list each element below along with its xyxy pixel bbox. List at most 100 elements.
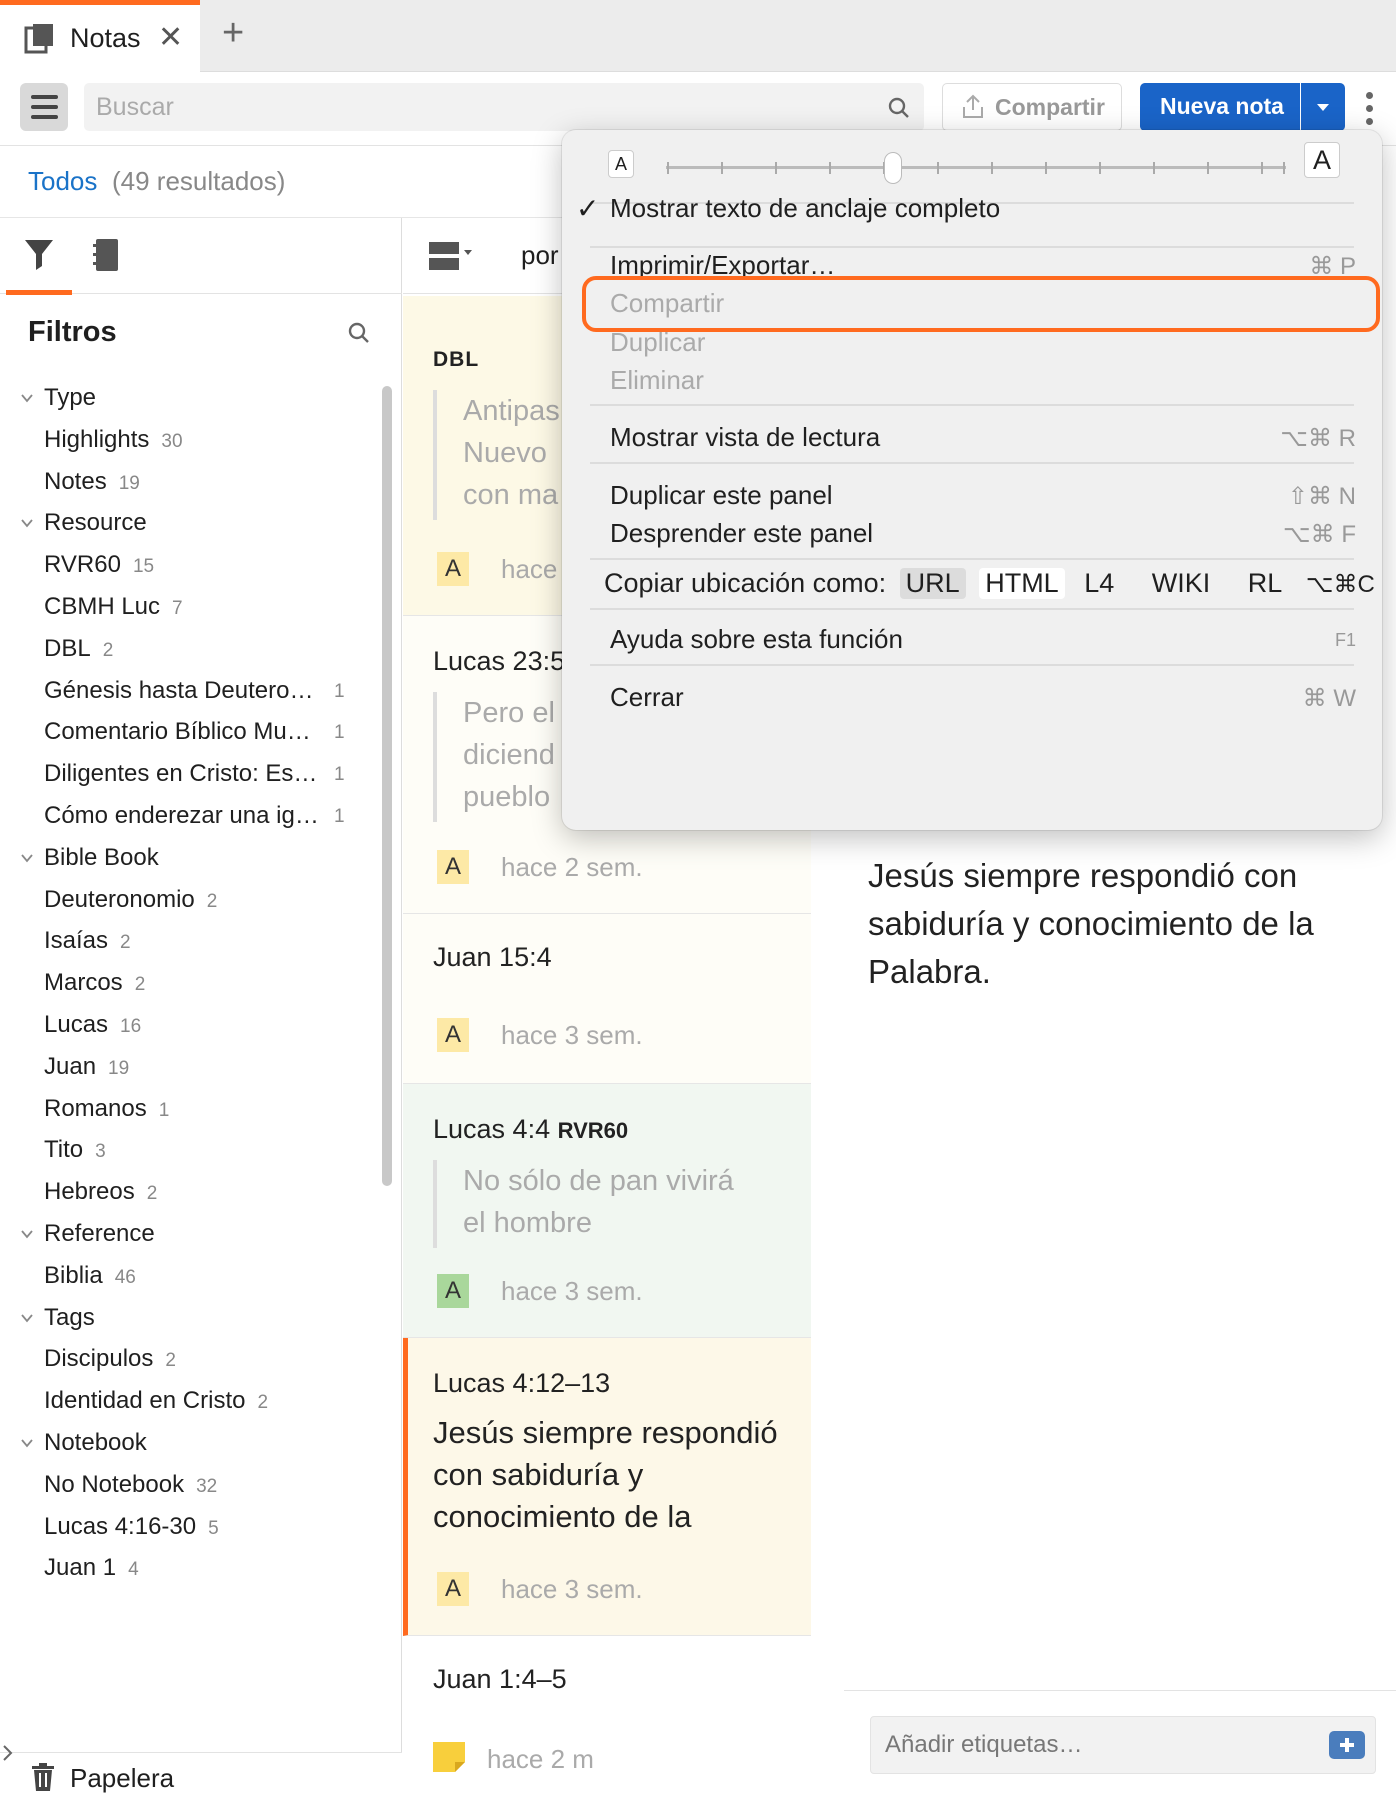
note-text[interactable]: Jesús siempre respondió con sabiduría y … bbox=[868, 852, 1368, 996]
chevron-down-icon[interactable] bbox=[20, 844, 34, 863]
filter-item[interactable]: Diligentes en Cristo: Es… 1 bbox=[0, 752, 380, 792]
filter-item[interactable]: Comentario Bíblico Mu… 1 bbox=[0, 710, 380, 750]
copy-html-button[interactable]: HTML bbox=[979, 568, 1065, 599]
filter-item-label: Notes bbox=[44, 467, 107, 495]
search-field[interactable]: Buscar bbox=[84, 83, 924, 131]
sort-label[interactable]: por bbox=[521, 240, 559, 271]
filter-item-count: 1 bbox=[334, 722, 345, 744]
filter-item-label: Biblia bbox=[44, 1261, 103, 1289]
filter-item[interactable]: Juan 19 bbox=[0, 1045, 380, 1085]
highlight-badge: A bbox=[437, 1572, 469, 1606]
filter-item[interactable]: Deuteronomio 2 bbox=[0, 878, 380, 918]
new-note-button[interactable]: Nueva nota bbox=[1140, 83, 1300, 131]
card-ref: Lucas 4:12–13 bbox=[433, 1368, 611, 1398]
menu-item-show-anchor[interactable]: Mostrar texto de anclaje completo bbox=[610, 193, 1000, 224]
copy-rl-button[interactable]: RL bbox=[1242, 568, 1289, 599]
share-label: Compartir bbox=[995, 94, 1105, 120]
tags-field[interactable]: Añadir etiquetas… bbox=[870, 1716, 1376, 1774]
filter-item-label: Romanos bbox=[44, 1094, 147, 1122]
filter-item[interactable]: Lucas 16 bbox=[0, 1003, 380, 1043]
shortcut-close: ⌘ W bbox=[1302, 685, 1356, 712]
menu-item-reading-view[interactable]: Mostrar vista de lectura bbox=[610, 422, 880, 453]
filter-item[interactable]: Notes 19 bbox=[0, 460, 380, 500]
filter-search-icon[interactable] bbox=[348, 322, 370, 344]
tab-notas[interactable]: Notas ✕ bbox=[0, 0, 200, 72]
tab-bar bbox=[0, 0, 1396, 72]
chevron-down-icon[interactable] bbox=[20, 1220, 34, 1239]
sidebar-scrollbar[interactable] bbox=[382, 386, 392, 1186]
sidebar-toggle-button[interactable] bbox=[20, 83, 68, 131]
filter-item[interactable]: Highlights 30 bbox=[0, 418, 380, 458]
filter-item-label: No Notebook bbox=[44, 1470, 185, 1498]
list-item[interactable]: Juan 15:4 A hace 3 sem. bbox=[403, 914, 811, 1084]
filter-item-label: Deuteronomio bbox=[44, 885, 195, 913]
filter-group[interactable]: Type bbox=[0, 376, 380, 416]
filter-group[interactable]: Notebook bbox=[0, 1421, 380, 1461]
chevron-down-icon[interactable] bbox=[20, 1304, 34, 1322]
menu-item-delete[interactable]: Eliminar bbox=[610, 365, 704, 396]
filter-group[interactable]: Reference bbox=[0, 1212, 380, 1252]
filter-item[interactable]: Marcos 2 bbox=[0, 961, 380, 1001]
shortcut-help: F1 bbox=[1334, 630, 1356, 650]
filter-item[interactable]: Identidad en Cristo 2 bbox=[0, 1379, 380, 1419]
new-note-dropdown-button[interactable] bbox=[1301, 83, 1345, 131]
list-item[interactable]: Lucas 4:4 RVR60 No sólo de pan vivirá el … bbox=[403, 1084, 811, 1338]
more-options-icon[interactable] bbox=[1363, 92, 1375, 126]
filter-item-label: Hebreos bbox=[44, 1178, 135, 1206]
trash-button[interactable]: Papelera bbox=[0, 1752, 402, 1800]
menu-item-detach-panel[interactable]: Desprender este panel bbox=[610, 518, 873, 549]
chevron-down-icon[interactable] bbox=[20, 1429, 34, 1448]
filter-icon[interactable] bbox=[24, 238, 54, 277]
layout-icon[interactable] bbox=[429, 242, 473, 275]
filter-item-count: 19 bbox=[108, 1057, 130, 1079]
card-time: hace 2 sem. bbox=[501, 852, 643, 882]
filter-item[interactable]: Lucas 4:16-30 5 bbox=[0, 1505, 380, 1545]
add-tag-icon[interactable] bbox=[1329, 1731, 1365, 1759]
chevron-down-icon[interactable] bbox=[20, 384, 34, 403]
filter-item[interactable]: Discipulos 2 bbox=[0, 1337, 380, 1377]
filter-item[interactable]: Isaías 2 bbox=[0, 919, 380, 959]
search-input[interactable]: Buscar bbox=[96, 93, 174, 122]
expand-chevron-icon[interactable] bbox=[0, 1738, 16, 1768]
filter-group-label: Resource bbox=[44, 509, 147, 537]
font-large-button[interactable]: A bbox=[1304, 142, 1340, 178]
close-tab-icon[interactable]: ✕ bbox=[158, 20, 183, 55]
filter-item[interactable]: Cómo enderezar una ig… 1 bbox=[0, 794, 380, 834]
share-button[interactable]: Compartir bbox=[942, 83, 1122, 131]
filter-group[interactable]: Resource bbox=[0, 501, 380, 541]
filter-item[interactable]: Biblia 46 bbox=[0, 1254, 380, 1294]
filter-item-label: Lucas bbox=[44, 1011, 109, 1038]
copy-url-button[interactable]: URL bbox=[899, 568, 966, 599]
filter-item[interactable]: Tito 3 bbox=[0, 1128, 380, 1168]
menu-item-close[interactable]: Cerrar bbox=[610, 682, 684, 713]
menu-item-help[interactable]: Ayuda sobre esta función bbox=[610, 624, 903, 655]
filter-item[interactable]: No Notebook 32 bbox=[0, 1463, 380, 1503]
scope-all-link[interactable]: Todos bbox=[28, 166, 97, 197]
chevron-down-icon[interactable] bbox=[20, 509, 34, 528]
filter-item[interactable]: Romanos 1 bbox=[0, 1087, 380, 1127]
filter-item[interactable]: CBMH Luc 7 bbox=[0, 585, 380, 625]
copy-l4-button[interactable]: L4 bbox=[1078, 568, 1120, 599]
filter-item[interactable]: DBL 2 bbox=[0, 627, 380, 667]
list-item[interactable]: Juan 1:4–5 hace 2 m bbox=[403, 1636, 811, 1800]
filter-item-label: Cómo enderezar una ig… bbox=[44, 802, 319, 829]
list-item-selected[interactable]: Lucas 4:12–13 Jesús siempre respondió con… bbox=[403, 1338, 811, 1636]
filter-group[interactable]: Tags bbox=[0, 1296, 380, 1336]
filter-item-label: Discipulos bbox=[44, 1345, 154, 1373]
filter-item-count: 19 bbox=[118, 472, 140, 494]
filter-item[interactable]: Génesis hasta Deutero… 1 bbox=[0, 669, 380, 709]
tags-input[interactable]: Añadir etiquetas… bbox=[885, 1731, 1082, 1759]
filter-group[interactable]: Bible Book bbox=[0, 836, 380, 876]
menu-item-duplicate-panel[interactable]: Duplicar este panel bbox=[610, 480, 833, 511]
notebook-icon[interactable] bbox=[92, 238, 120, 277]
slider-thumb[interactable] bbox=[884, 152, 902, 184]
copy-wiki-button[interactable]: WIKI bbox=[1146, 568, 1217, 599]
filter-item[interactable]: RVR60 15 bbox=[0, 543, 380, 583]
search-icon[interactable] bbox=[888, 97, 910, 119]
new-tab-button[interactable]: + bbox=[222, 12, 244, 55]
slider-ticks bbox=[667, 162, 1285, 174]
font-small-button[interactable]: A bbox=[608, 150, 634, 178]
filter-item[interactable]: Juan 1 4 bbox=[0, 1546, 380, 1586]
filter-item[interactable]: Hebreos 2 bbox=[0, 1170, 380, 1210]
menu-separator bbox=[590, 404, 1354, 406]
